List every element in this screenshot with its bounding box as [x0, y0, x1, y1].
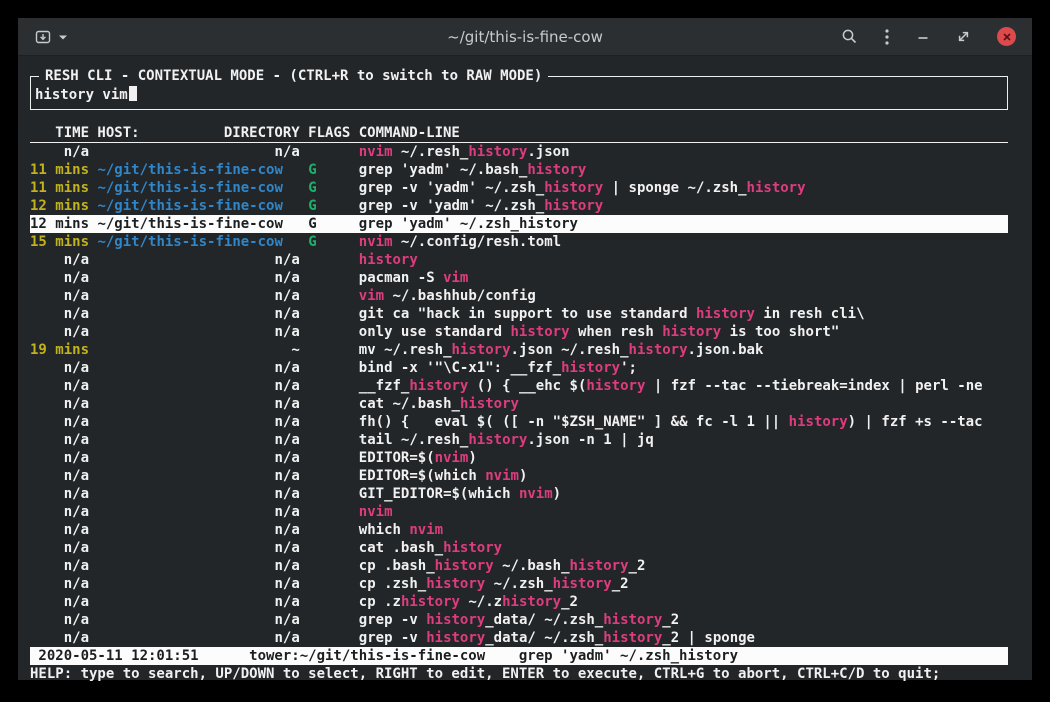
minimize-icon — [916, 30, 930, 44]
history-row[interactable]: n/a n/a GIT_EDITOR=$(which nvim) — [30, 485, 1008, 503]
history-rows: n/a n/a nvim ~/.resh_history.json11 mins… — [30, 143, 1008, 647]
history-row[interactable]: n/a n/a history — [30, 251, 1008, 269]
history-row[interactable]: n/a n/a grep -v history_data/ ~/.zsh_his… — [30, 629, 1008, 647]
close-button[interactable] — [997, 27, 1016, 46]
history-row[interactable]: n/a n/a tail ~/.resh_history.json -n 1 |… — [30, 431, 1008, 449]
menu-button[interactable] — [884, 28, 890, 46]
new-terminal-icon — [34, 28, 52, 46]
history-row[interactable]: n/a n/a only use standard history when r… — [30, 323, 1008, 341]
minimize-button[interactable] — [916, 30, 930, 44]
profile-dropdown-button[interactable] — [58, 33, 68, 41]
restore-icon — [956, 29, 971, 44]
status-bar: 2020-05-11 12:01:51 tower:~/git/this-is-… — [30, 647, 1008, 665]
history-row[interactable]: n/a n/a nvim ~/.resh_history.json — [30, 143, 1008, 161]
search-query: history vim — [35, 87, 128, 103]
history-row[interactable]: n/a n/a cat ~/.bash_history — [30, 395, 1008, 413]
history-row[interactable]: n/a n/a cp .zsh_history ~/.zsh_history_2 — [30, 575, 1008, 593]
history-row[interactable]: n/a n/a nvim — [30, 503, 1008, 521]
text-cursor — [129, 86, 137, 101]
resh-search-box: RESH CLI - CONTEXTUAL MODE - (CTRL+R to … — [30, 76, 1008, 110]
titlebar: ~/git/this-is-fine-cow — [18, 18, 1032, 56]
history-row[interactable]: 19 mins ~ mv ~/.resh_history.json ~/.res… — [30, 341, 1008, 359]
search-button[interactable] — [841, 28, 858, 45]
history-row[interactable]: n/a n/a cp .bash_history ~/.bash_history… — [30, 557, 1008, 575]
table-header: TIME HOST: DIRECTORY FLAGS COMMAND-LINE — [30, 124, 1008, 143]
history-row[interactable]: n/a n/a bind -x '"\C-x1": __fzf_history'… — [30, 359, 1008, 377]
help-bar: HELP: type to search, UP/DOWN to select,… — [30, 665, 1008, 683]
kebab-menu-icon — [884, 28, 890, 46]
chevron-down-icon — [58, 33, 68, 41]
history-row[interactable]: 15 mins ~/git/this-is-fine-cow G nvim ~/… — [30, 233, 1008, 251]
history-row[interactable]: n/a n/a EDITOR=$(which nvim) — [30, 467, 1008, 485]
history-row[interactable]: n/a n/a grep -v history_data/ ~/.zsh_his… — [30, 611, 1008, 629]
terminal-screen: RESH CLI - CONTEXTUAL MODE - (CTRL+R to … — [18, 56, 1032, 683]
history-row[interactable]: 12 mins ~/git/this-is-fine-cow G grep -v… — [30, 197, 1008, 215]
resh-mode-title: RESH CLI - CONTEXTUAL MODE - (CTRL+R to … — [39, 67, 548, 85]
history-row[interactable]: n/a n/a fh() { eval $( ([ -n "$ZSH_NAME"… — [30, 413, 1008, 431]
history-row[interactable]: n/a n/a cp .zhistory ~/.zhistory_2 — [30, 593, 1008, 611]
search-input[interactable]: history vim — [35, 86, 1001, 104]
terminal-window: ~/git/this-is-fine-cow — [18, 18, 1032, 680]
history-row[interactable]: 11 mins ~/git/this-is-fine-cow G grep 'y… — [30, 161, 1008, 179]
restore-button[interactable] — [956, 29, 971, 44]
new-terminal-button[interactable] — [34, 28, 52, 46]
history-row[interactable]: n/a n/a cat .bash_history — [30, 539, 1008, 557]
close-icon — [1002, 32, 1012, 42]
status-bar-text: 2020-05-11 12:01:51 tower:~/git/this-is-… — [30, 648, 738, 664]
search-icon — [841, 28, 858, 45]
history-row[interactable]: 11 mins ~/git/this-is-fine-cow G grep -v… — [30, 179, 1008, 197]
history-row[interactable]: n/a n/a pacman -S vim — [30, 269, 1008, 287]
history-row[interactable]: 12 mins ~/git/this-is-fine-cow G grep 'y… — [30, 215, 1008, 233]
history-row[interactable]: n/a n/a __fzf_history () { __ehc $(histo… — [30, 377, 1008, 395]
history-row[interactable]: n/a n/a vim ~/.bashhub/config — [30, 287, 1008, 305]
history-table: TIME HOST: DIRECTORY FLAGS COMMAND-LINE … — [30, 124, 1008, 647]
history-row[interactable]: n/a n/a git ca "hack in support to use s… — [30, 305, 1008, 323]
history-row[interactable]: n/a n/a which nvim — [30, 521, 1008, 539]
history-row[interactable]: n/a n/a EDITOR=$(nvim) — [30, 449, 1008, 467]
